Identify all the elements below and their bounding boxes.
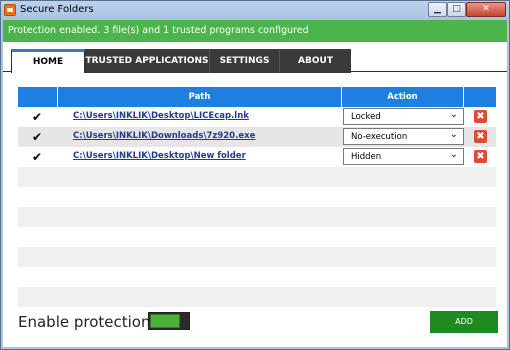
header-action[interactable]: Action (342, 87, 464, 107)
action-value: Hidden (351, 152, 382, 162)
app-window: Secure Folders ▁ □ ✕ Protection enabled.… (0, 0, 510, 350)
table-row: ✔ C:\Users\INKLIK\Desktop\LICEcap.lnk Lo… (18, 107, 496, 127)
tab-about[interactable]: ABOUT (279, 49, 351, 73)
maximize-button[interactable]: □ (447, 2, 466, 17)
empty-row (18, 267, 496, 287)
action-select[interactable]: Hidden ⌄ (343, 148, 464, 165)
toggle-knob (150, 314, 180, 328)
close-button[interactable]: ✕ (466, 2, 506, 17)
title-bar[interactable]: Secure Folders ▁ □ ✕ (1, 1, 509, 20)
table-row: ✔ C:\Users\INKLIK\Desktop\New folder Hid… (18, 147, 496, 167)
path-link[interactable]: C:\Users\INKLIK\Downloads\7z920.exe (73, 131, 255, 141)
empty-row (18, 287, 496, 307)
action-value: No-execution (351, 132, 408, 142)
path-link[interactable]: C:\Users\INKLIK\Desktop\LICEcap.lnk (73, 111, 249, 121)
delete-icon[interactable]: ✖ (474, 110, 487, 123)
empty-row (18, 247, 496, 267)
table-header: Path Action (18, 87, 496, 107)
window-title: Secure Folders (20, 4, 94, 15)
minimize-button[interactable]: ▁ (428, 2, 447, 17)
enable-protection-label: Enable protection: (18, 313, 156, 331)
header-path[interactable]: Path (58, 87, 342, 107)
delete-icon[interactable]: ✖ (474, 150, 487, 163)
chevron-down-icon: ⌄ (449, 109, 458, 120)
check-icon[interactable]: ✔ (30, 110, 44, 124)
table-row: ✔ C:\Users\INKLIK\Downloads\7z920.exe No… (18, 127, 496, 147)
tab-home[interactable]: HOME (11, 49, 85, 73)
add-button[interactable]: ADD (430, 311, 498, 333)
check-icon[interactable]: ✔ (30, 150, 44, 164)
delete-icon[interactable]: ✖ (474, 130, 487, 143)
empty-row (18, 167, 496, 187)
action-select[interactable]: Locked ⌄ (343, 108, 464, 125)
action-select[interactable]: No-execution ⌄ (343, 128, 464, 145)
empty-row (18, 187, 496, 207)
empty-row (18, 227, 496, 247)
client-area: Protection enabled. 3 file(s) and 1 trus… (3, 20, 507, 347)
chevron-down-icon: ⌄ (449, 149, 458, 160)
tab-trusted-applications[interactable]: TRUSTED APPLICATIONS (85, 49, 209, 73)
status-bar: Protection enabled. 3 file(s) and 1 trus… (3, 20, 507, 42)
protection-toggle[interactable] (148, 312, 190, 330)
path-link[interactable]: C:\Users\INKLIK\Desktop\New folder (73, 151, 246, 161)
action-value: Locked (351, 112, 381, 122)
check-icon[interactable]: ✔ (30, 130, 44, 144)
header-delete-column (464, 87, 496, 107)
empty-row (18, 207, 496, 227)
app-icon (4, 4, 16, 16)
tab-settings[interactable]: SETTINGS (209, 49, 279, 73)
chevron-down-icon: ⌄ (449, 129, 458, 140)
header-check-column[interactable] (18, 87, 58, 107)
